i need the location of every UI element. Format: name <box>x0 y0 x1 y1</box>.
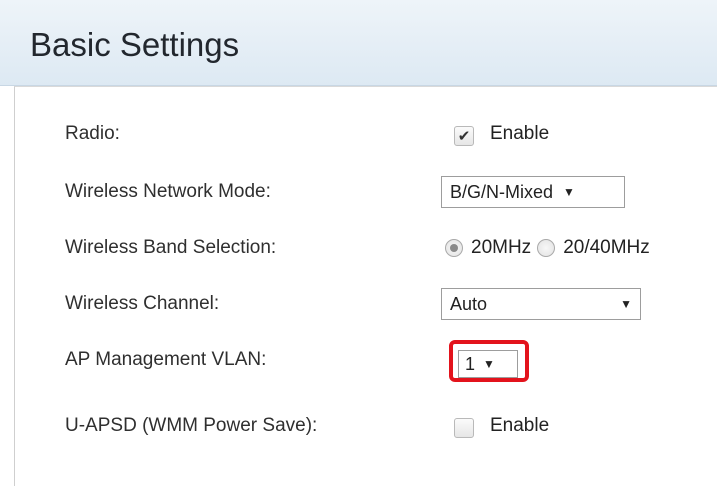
row-vlan: AP Management VLAN: 1 ▼ <box>15 339 717 387</box>
vlan-label: AP Management VLAN: <box>65 349 267 370</box>
chevron-down-icon: ▼ <box>620 297 632 311</box>
check-icon: ✔ <box>457 127 471 145</box>
uapsd-enable-label: Enable <box>490 415 550 436</box>
row-band: Wireless Band Selection: 20MHz 20/40MHz <box>15 227 717 267</box>
network-mode-value: B/G/N-Mixed <box>450 181 554 202</box>
row-network-mode: Wireless Network Mode: B/G/N-Mixed ▼ <box>15 171 717 211</box>
network-mode-select[interactable]: B/G/N-Mixed ▼ <box>441 176 625 208</box>
row-radio: Radio: ✔ Enable <box>15 113 717 153</box>
vlan-value: 1 <box>465 353 476 374</box>
settings-window: Basic Settings Radio: ✔ Enable Wireless … <box>0 0 717 486</box>
band-control: 20MHz 20/40MHz <box>445 231 650 265</box>
band-20mhz-label: 20MHz <box>471 237 532 258</box>
channel-select[interactable]: Auto ▼ <box>441 288 641 320</box>
channel-control: Auto ▼ <box>441 287 641 321</box>
band-20mhz-radio[interactable] <box>445 239 463 257</box>
network-mode-control: B/G/N-Mixed ▼ <box>441 175 625 209</box>
band-label: Wireless Band Selection: <box>65 237 277 258</box>
page-title: Basic Settings <box>30 26 240 63</box>
chevron-down-icon: ▼ <box>483 357 495 371</box>
uapsd-enable-checkbox[interactable] <box>454 418 474 438</box>
uapsd-enable-control[interactable]: Enable <box>454 409 549 443</box>
row-uapsd: U-APSD (WMM Power Save): Enable <box>15 405 717 445</box>
band-20-40mhz-label: 20/40MHz <box>563 237 650 258</box>
radio-enable-label: Enable <box>490 123 550 144</box>
channel-value: Auto <box>450 293 488 314</box>
radio-enable-checkbox[interactable]: ✔ <box>454 126 474 146</box>
network-mode-label: Wireless Network Mode: <box>65 181 271 202</box>
channel-label: Wireless Channel: <box>65 293 220 314</box>
vlan-select[interactable]: 1 ▼ <box>458 350 518 378</box>
row-channel: Wireless Channel: Auto ▼ <box>15 283 717 323</box>
radio-enable-control[interactable]: ✔ Enable <box>454 117 549 151</box>
chevron-down-icon: ▼ <box>563 185 575 199</box>
page-header: Basic Settings <box>0 0 717 86</box>
settings-panel: Radio: ✔ Enable Wireless Network Mode: B… <box>14 86 717 486</box>
vlan-control: 1 ▼ <box>458 347 518 381</box>
uapsd-label: U-APSD (WMM Power Save): <box>65 415 318 436</box>
band-20-40mhz-radio[interactable] <box>537 239 556 257</box>
radio-label: Radio: <box>65 123 120 144</box>
